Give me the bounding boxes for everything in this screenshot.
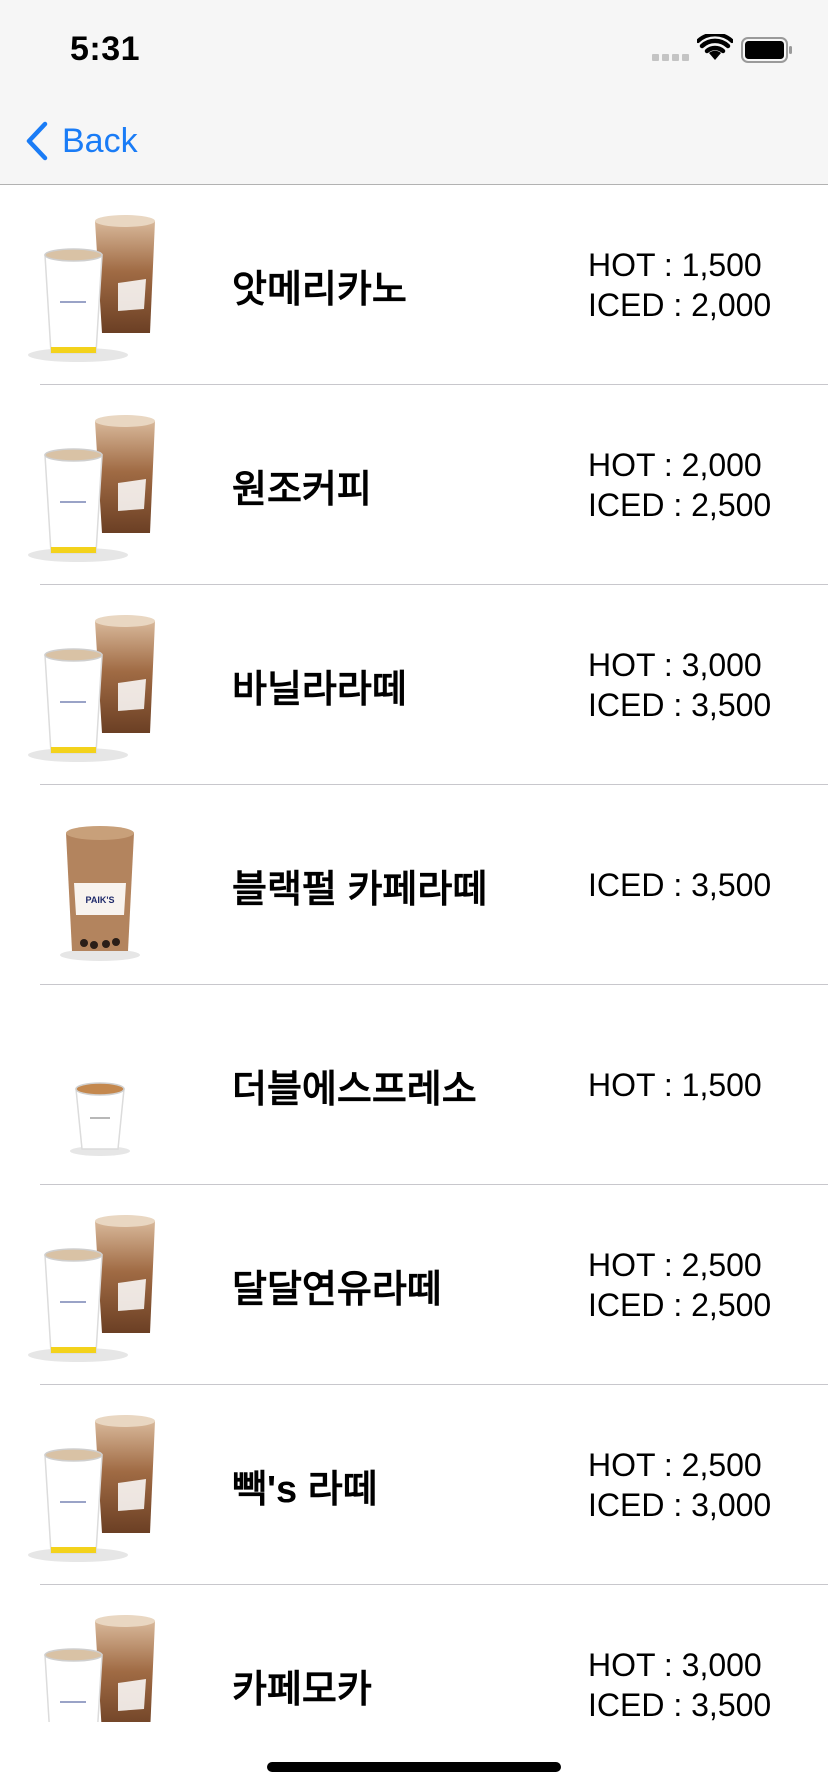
menu-row[interactable]: 빽's 라떼 HOT : 2,500 ICED : 3,000	[0, 1385, 828, 1585]
price-line: HOT : 1,500	[588, 247, 762, 283]
menu-row[interactable]: 달달연유라떼 HOT : 2,500 ICED : 2,500	[0, 1185, 828, 1385]
svg-text:PAIK'S: PAIK'S	[86, 895, 115, 905]
price-line: HOT : 2,500	[588, 1247, 762, 1283]
price-line: HOT : 3,000	[588, 647, 762, 683]
menu-row[interactable]: 원조커피 HOT : 2,000 ICED : 2,500	[0, 385, 828, 585]
menu-item-name: 바닐라라떼	[232, 668, 407, 711]
coffee-image	[20, 1605, 180, 1722]
price-line: ICED : 3,500	[588, 1687, 772, 1722]
menu-item-name: 블랙펄 카페라떼	[232, 868, 488, 911]
price-line: ICED : 3,500	[588, 867, 772, 903]
back-label: Back	[62, 121, 138, 160]
battery-icon	[741, 37, 792, 63]
price-line: ICED : 2,500	[588, 1287, 772, 1323]
status-bar: 5:31	[0, 0, 828, 96]
menu-item-name: 달달연유라떼	[232, 1268, 442, 1311]
menu-item-name: 빽's 라떼	[232, 1468, 378, 1511]
menu-row[interactable]: PAIK'S 블랙펄 카페라떼 ICED : 3,500	[0, 785, 828, 985]
menu-item-prices: HOT : 2,500 ICED : 3,000	[588, 1385, 771, 1585]
price-line: HOT : 2,500	[588, 1447, 762, 1483]
menu-item-name: 더블에스프레소	[232, 1068, 477, 1111]
menu-item-name: 원조커피	[232, 468, 372, 511]
coffee-image	[20, 1405, 180, 1565]
menu-item-prices: HOT : 2,500 ICED : 2,500	[588, 1185, 771, 1385]
menu-item-prices: HOT : 3,000 ICED : 3,500	[588, 1585, 771, 1722]
cellular-signal-icon	[652, 52, 692, 62]
menu-item-prices: HOT : 1,500	[588, 985, 762, 1185]
price-line: ICED : 2,500	[588, 487, 772, 523]
menu-list[interactable]: 앗메리카노 HOT : 1,500 ICED : 2,000 원조커피 HOT : 2…	[0, 185, 828, 1722]
menu-row[interactable]: 앗메리카노 HOT : 1,500 ICED : 2,000	[0, 185, 828, 385]
menu-item-prices: HOT : 2,000 ICED : 2,500	[588, 385, 771, 585]
menu-row[interactable]: 더블에스프레소 HOT : 1,500	[0, 985, 828, 1185]
price-line: ICED : 2,000	[588, 287, 772, 323]
price-line: ICED : 3,500	[588, 687, 772, 723]
menu-item-prices: ICED : 3,500	[588, 785, 771, 985]
coffee-image: PAIK'S	[20, 805, 180, 965]
chevron-left-icon	[26, 121, 48, 161]
menu-item-prices: HOT : 1,500 ICED : 2,000	[588, 185, 771, 385]
coffee-image	[20, 1005, 180, 1165]
menu-row[interactable]: 바닐라라떼 HOT : 3,000 ICED : 3,500	[0, 585, 828, 785]
coffee-image	[20, 1205, 180, 1365]
menu-item-name: 카페모카	[232, 1668, 372, 1711]
coffee-image	[20, 205, 180, 365]
price-line: HOT : 2,000	[588, 447, 762, 483]
coffee-image	[20, 405, 180, 565]
price-line: HOT : 1,500	[588, 1067, 762, 1103]
coffee-image	[20, 605, 180, 765]
back-button[interactable]: Back	[24, 120, 138, 162]
home-indicator[interactable]	[267, 1762, 561, 1772]
price-line: HOT : 3,000	[588, 1647, 762, 1683]
status-time: 5:31	[70, 30, 141, 68]
price-line: ICED : 3,000	[588, 1487, 772, 1523]
menu-row[interactable]: 카페모카 HOT : 3,000 ICED : 3,500	[0, 1585, 828, 1722]
menu-item-prices: HOT : 3,000 ICED : 3,500	[588, 585, 771, 785]
wifi-icon	[697, 34, 733, 60]
navigation-bar: Back	[0, 96, 828, 185]
menu-item-name: 앗메리카노	[232, 268, 407, 311]
